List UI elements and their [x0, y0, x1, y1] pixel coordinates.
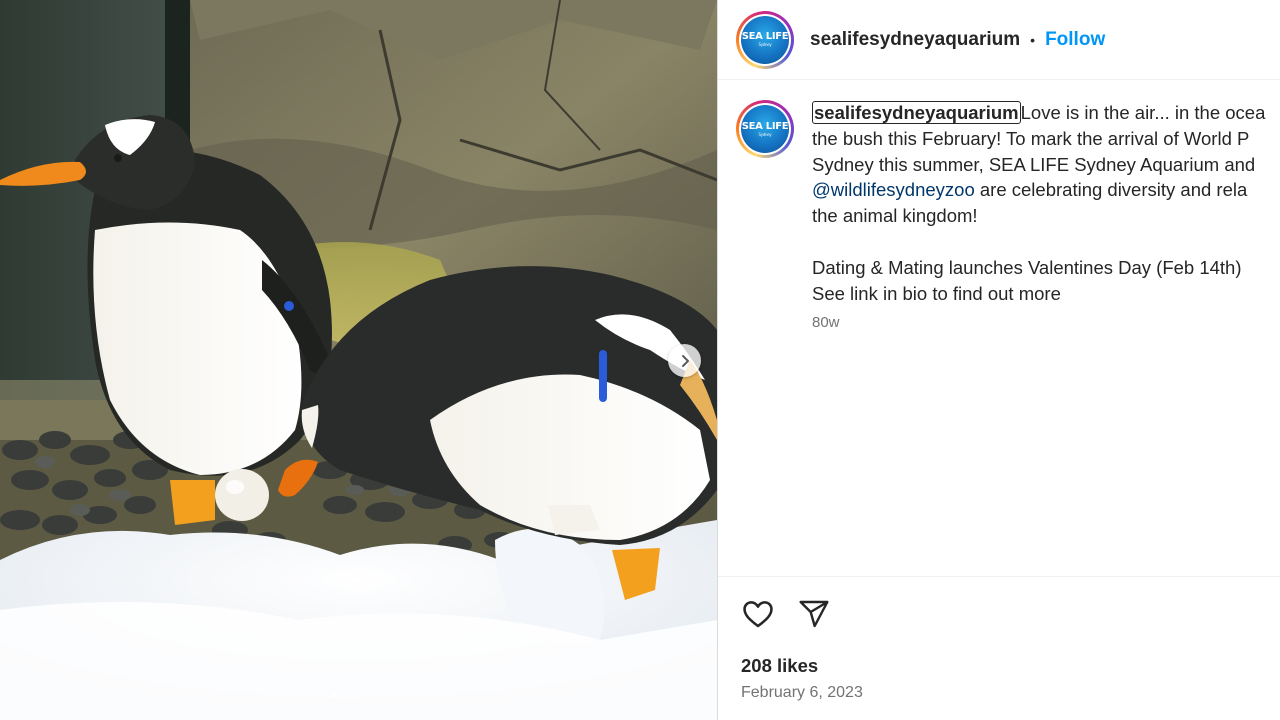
carousel-dot [351, 692, 357, 698]
story-ring[interactable]: SEA LIFE Sydney [736, 10, 794, 69]
post-photo[interactable] [0, 0, 717, 720]
caption-avatar: SEA LIFE Sydney [741, 105, 789, 153]
caption-username[interactable]: sealifesydneyaquarium [812, 101, 1021, 124]
paper-plane-icon [799, 600, 829, 628]
caption-line: sealifesydneyaquarium Love is in the air.… [812, 100, 1280, 126]
egg [215, 469, 269, 521]
caption-line: the bush this February! To mark the arri… [812, 127, 1250, 149]
post-date[interactable]: February 6, 2023 [741, 684, 863, 702]
like-button[interactable] [740, 596, 776, 632]
share-button[interactable] [796, 596, 832, 632]
header-separator: • [1030, 31, 1036, 48]
carousel-indicator [331, 692, 357, 698]
heart-icon [743, 601, 773, 628]
mention-link[interactable]: @wildlifesydneyzoo [812, 179, 975, 200]
caption-line: the animal kingdom! [812, 205, 978, 227]
caption-line: See link in bio to find out more [812, 282, 1061, 304]
caption-avatar-logo-text: SEA LIFE [741, 120, 789, 132]
likes-count[interactable]: 208 likes [741, 655, 818, 677]
caption-text: Love is in the air... in the ocea [1020, 102, 1266, 123]
follow-button[interactable]: Follow [1045, 29, 1105, 51]
actions-divider [718, 576, 1280, 577]
caption-text: are celebrating diversity and rela [974, 179, 1248, 201]
avatar-logo-subtext: Sydney [758, 42, 772, 47]
carousel-next-button[interactable] [668, 344, 701, 377]
caption-story-ring[interactable]: SEA LIFE Sydney [736, 100, 794, 158]
carousel-dot [341, 692, 347, 698]
caption-avatar-logo-subtext: Sydney [758, 131, 772, 137]
caption: SEA LIFE Sydney sealifesydneyaquarium Lov… [736, 100, 1280, 331]
caption-line: @wildlifesydneyzoo are celebrating diver… [812, 177, 1280, 203]
avatar-logo-text: SEA LIFE [741, 31, 789, 42]
caption-body: sealifesydneyaquarium Love is in the air.… [812, 100, 1280, 331]
post-header: SEA LIFE Sydney sealifesydneyaquarium • … [718, 0, 1280, 80]
chevron-right-icon [681, 354, 689, 367]
penguin-photo [0, 0, 717, 720]
action-bar [740, 596, 832, 632]
header-username[interactable]: sealifesydneyaquarium [810, 29, 1020, 51]
caption-line: Dating & Mating launches Valentines Day … [812, 256, 1242, 278]
caption-timestamp[interactable]: 80w [812, 314, 1280, 331]
post-details: SEA LIFE Sydney sealifesydneyaquarium • … [718, 0, 1280, 720]
caption-line: Sydney this summer, SEA LIFE Sydney Aqua… [812, 153, 1256, 175]
avatar: SEA LIFE Sydney [741, 15, 789, 64]
carousel-dot [331, 692, 337, 698]
